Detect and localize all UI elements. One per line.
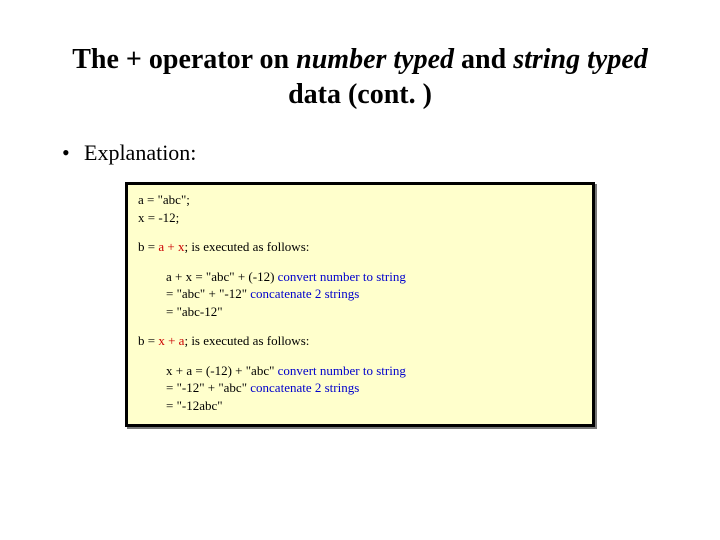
code-example-2: b = x + a; is executed as follows: (138, 332, 582, 350)
code-line-x: x = -12; (138, 209, 582, 227)
slide: The + operator on number typed and strin… (0, 0, 720, 540)
bullet-explanation: Explanation: (56, 140, 664, 166)
ex1-expr: a + x (158, 239, 184, 254)
ex2-step1: x + a = (-12) + "abc" convert number to … (166, 362, 582, 380)
title-part1: The + operator on (72, 44, 296, 75)
ex1-step1-expr: a + x = "abc" + (-12) (166, 269, 274, 284)
ex2-step2: = "-12" + "abc" concatenate 2 strings (166, 379, 582, 397)
ex1-header: b = a + x; is executed as follows: (138, 238, 582, 256)
code-box: a = "abc"; x = -12; b = a + x; is execut… (125, 182, 595, 427)
ex1-step2: = "abc" + "-12" concatenate 2 strings (166, 285, 582, 303)
ex2-step1-note: convert number to string (274, 363, 405, 378)
ex2-step3: = "-12abc" (166, 397, 582, 415)
ex2-step1-expr: x + a = (-12) + "abc" (166, 363, 274, 378)
title-em2: string typed (513, 44, 648, 75)
ex1-tail: ; is executed as follows: (184, 239, 309, 254)
ex2-step2-expr: = "-12" + "abc" (166, 380, 247, 395)
ex1-steps: a + x = "abc" + (-12) convert number to … (138, 268, 582, 321)
ex1-step3: = "abc-12" (166, 303, 582, 321)
ex1-step1: a + x = "abc" + (-12) convert number to … (166, 268, 582, 286)
title-part2: and (454, 44, 513, 75)
ex1-step2-expr: = "abc" + "-12" (166, 286, 247, 301)
ex2-tail: ; is executed as follows: (184, 333, 309, 348)
code-assignments: a = "abc"; x = -12; (138, 191, 582, 226)
slide-title: The + operator on number typed and strin… (56, 42, 664, 112)
ex1-step2-note: concatenate 2 strings (247, 286, 359, 301)
code-example-1: b = a + x; is executed as follows: (138, 238, 582, 256)
ex1-step1-note: convert number to string (274, 269, 405, 284)
ex2-steps: x + a = (-12) + "abc" convert number to … (138, 362, 582, 415)
ex1-lhs: b = (138, 239, 158, 254)
ex2-header: b = x + a; is executed as follows: (138, 332, 582, 350)
code-line-a: a = "abc"; (138, 191, 582, 209)
ex2-expr: x + a (158, 333, 184, 348)
ex2-lhs: b = (138, 333, 158, 348)
title-part3: data (cont. ) (288, 79, 432, 110)
ex2-step2-note: concatenate 2 strings (247, 380, 359, 395)
title-em1: number typed (296, 44, 454, 75)
